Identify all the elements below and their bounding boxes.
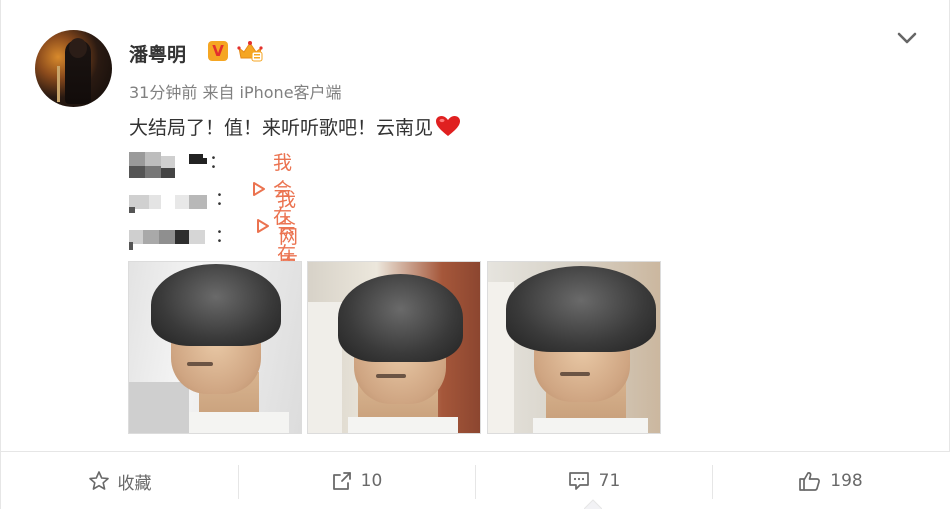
pixelated-username-2 [129, 189, 229, 213]
colon-2: ： [215, 189, 233, 210]
avatar-head [69, 38, 87, 58]
weibo-post-card: 潘粤明 V 31分钟前 来自 iPhone客户端 大结局了！值！来听听歌吧！云南… [0, 0, 950, 509]
post-photo-2[interactable] [307, 261, 481, 434]
comment-caret-icon [584, 499, 602, 509]
post-photo-3[interactable] [487, 261, 661, 434]
colon-1: ： [209, 152, 227, 173]
like-button[interactable]: 198 [712, 452, 949, 510]
repost-button[interactable]: 10 [238, 452, 475, 510]
pixelated-username-3 [129, 226, 229, 250]
heart-emoji-icon [436, 116, 461, 136]
favorite-button[interactable]: 收藏 [1, 452, 238, 510]
post-meta[interactable]: 31分钟前 来自 iPhone客户端 [129, 79, 342, 103]
member-crown-icon[interactable] [237, 40, 263, 62]
colon-3: ： [215, 226, 233, 247]
post-photo-1[interactable] [128, 261, 302, 434]
share-icon [332, 472, 351, 490]
chevron-down-icon[interactable] [894, 28, 920, 48]
repost-count: 10 [360, 471, 383, 491]
action-bar: 收藏 10 71 198 [1, 451, 950, 509]
verified-badge-icon[interactable]: V [208, 41, 228, 61]
author-name[interactable]: 潘粤明 [129, 40, 186, 67]
like-count: 198 [830, 471, 863, 491]
star-icon [88, 471, 109, 490]
avatar-mic-stand [57, 66, 60, 102]
thumbs-up-icon [799, 472, 821, 491]
favorite-label: 收藏 [117, 473, 152, 494]
comment-count: 71 [598, 471, 621, 491]
avatar[interactable] [35, 30, 112, 107]
post-text: 大结局了！值！来听听歌吧！云南见 [129, 113, 461, 140]
post-text-content: 大结局了！值！来听听歌吧！云南见 [129, 117, 434, 139]
comment-icon [568, 472, 589, 490]
